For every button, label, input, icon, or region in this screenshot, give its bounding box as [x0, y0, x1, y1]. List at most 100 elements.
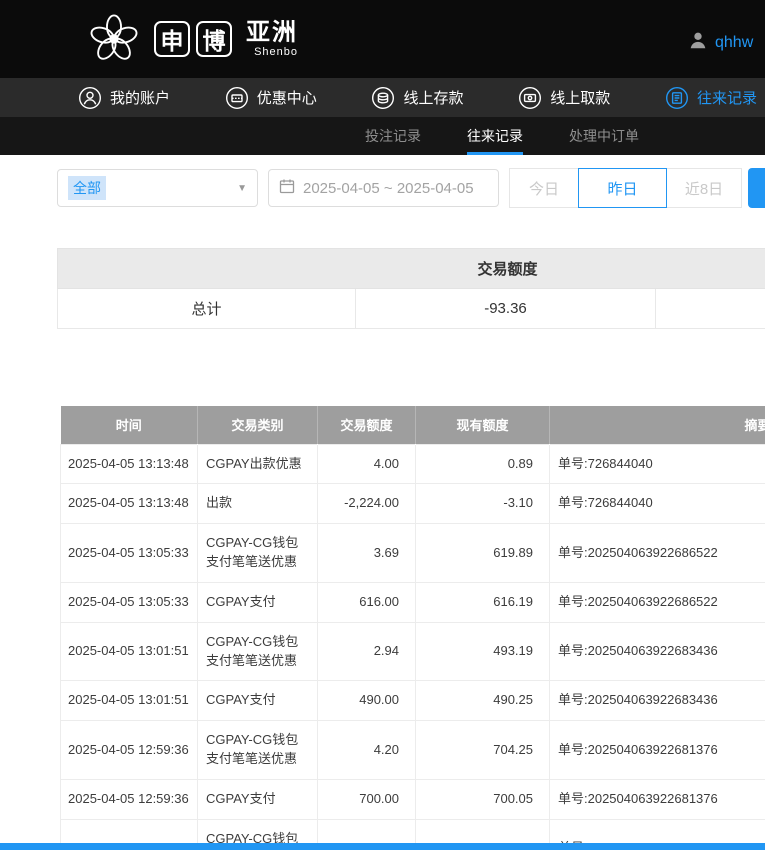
filter-bar: 全部 ▼ 2025-04-05 ~ 2025-04-05 今日 昨日 近8日: [57, 168, 765, 208]
logo-suffix: 亚洲: [246, 18, 298, 46]
last-8-days-button[interactable]: 近8日: [666, 168, 742, 208]
cell-amount: 616.00: [317, 581, 416, 623]
nav-item-promotions[interactable]: 优惠中心: [225, 86, 317, 110]
quick-range-buttons: 今日 昨日 近8日: [509, 168, 742, 208]
nav-item-label: 线上取款: [550, 90, 611, 107]
table-row: 2025-04-05 13:01:51 CGPAY支付 490.00 490.25 单号…: [60, 680, 765, 722]
calendar-icon: [279, 178, 295, 199]
cell-balance: -3.10: [415, 483, 550, 525]
cell-type: CGPAY-CG钱包支付笔笔送优惠: [197, 621, 318, 682]
records-icon: [665, 86, 689, 110]
cell-type: CGPAY出款优惠: [197, 443, 318, 485]
nav-item-label: 我的账户: [110, 90, 171, 107]
table-header-row: 时间 交易类别 交易额度 现有额度 摘要: [60, 406, 765, 444]
username-text[interactable]: qhhw: [715, 34, 753, 52]
chevron-down-icon: ▼: [237, 182, 247, 194]
cell-summary: 单号:726844040: [549, 483, 765, 525]
cell-summary: 单号:726844040: [549, 443, 765, 485]
yesterday-button[interactable]: 昨日: [578, 168, 667, 208]
summary-row: 总计 -93.36: [57, 288, 765, 329]
table-row: 2025-04-05 12:59:36 CGPAY-CG钱包支付笔笔送优惠 4.20…: [60, 720, 765, 780]
cell-time: 2025-04-05 13:13:48: [60, 443, 198, 485]
today-button[interactable]: 今日: [509, 168, 579, 208]
logo-boxed-chars: 申 博: [154, 21, 232, 57]
user-icon: [78, 86, 102, 110]
cell-amount: 700.00: [317, 778, 416, 820]
user-area[interactable]: qhhw: [687, 29, 765, 56]
cell-summary: 单号:202504063922683436: [549, 621, 765, 682]
summary-section: 交易额度 总计 -93.36: [57, 248, 765, 329]
withdraw-icon: [518, 86, 542, 110]
cell-summary: 单号:202504063922681376: [549, 720, 765, 780]
search-button[interactable]: [748, 168, 765, 208]
date-range-text: 2025-04-05 ~ 2025-04-05: [303, 179, 474, 197]
logo-char-1: 申: [154, 21, 190, 57]
date-range-input[interactable]: 2025-04-05 ~ 2025-04-05: [268, 169, 499, 207]
cell-time: 2025-04-05 13:05:33: [60, 523, 198, 583]
col-header-time: 时间: [60, 406, 198, 444]
summary-header: 交易额度: [57, 248, 765, 289]
cell-summary: 单号:202504063922683436: [549, 680, 765, 722]
subnav-item-betting-records[interactable]: 投注记录: [365, 117, 421, 155]
nav-item-label: 优惠中心: [256, 90, 317, 107]
sub-nav: 投注记录 往来记录 处理中订单: [0, 117, 765, 155]
cell-balance: 619.89: [415, 523, 550, 583]
cell-type: CGPAY-CG钱包支付笔笔送优惠: [197, 720, 318, 780]
subnav-item-processing-orders[interactable]: 处理中订单: [569, 117, 639, 155]
records-table-body: 2025-04-05 13:13:48 CGPAY出款优惠 4.00 0.89 单号:7…: [60, 443, 765, 850]
avatar-icon: [687, 29, 709, 56]
table-row: 2025-04-05 12:59:36 CGPAY支付 700.00 700.05 单号…: [60, 778, 765, 820]
nav-item-label: 往来记录: [696, 90, 757, 107]
col-header-balance: 现有额度: [415, 406, 550, 444]
cell-balance: 0.89: [415, 443, 550, 485]
cell-time: 2025-04-05 13:05:33: [60, 581, 198, 623]
cell-amount: 3.69: [317, 523, 416, 583]
cell-type: CGPAY支付: [197, 778, 318, 820]
cell-type: CGPAY-CG钱包支付笔笔送优惠: [197, 523, 318, 583]
cell-balance: 616.19: [415, 581, 550, 623]
summary-empty-cell: [654, 288, 765, 329]
cell-amount: 490.00: [317, 680, 416, 722]
cell-type: CGPAY支付: [197, 581, 318, 623]
col-header-amount: 交易额度: [317, 406, 416, 444]
cell-balance: 704.25: [415, 720, 550, 780]
cell-summary: 单号:202504063922686522: [549, 523, 765, 583]
type-select-value: 全部: [68, 176, 106, 200]
cell-balance: 490.25: [415, 680, 550, 722]
summary-total-label: 总计: [57, 288, 356, 329]
cell-amount: 2.94: [317, 621, 416, 682]
type-select[interactable]: 全部 ▼: [57, 169, 258, 207]
nav-item-withdraw[interactable]: 线上取款: [518, 86, 610, 110]
nav-item-my-account[interactable]: 我的账户: [78, 86, 170, 110]
cell-amount: 4.00: [317, 443, 416, 485]
bottom-bar: [0, 843, 765, 850]
table-row: 2025-04-05 13:01:51 CGPAY-CG钱包支付笔笔送优惠 2.94…: [60, 621, 765, 682]
logo-char-2: 博: [196, 21, 232, 57]
cell-type: 出款: [197, 483, 318, 525]
col-header-summary: 摘要: [549, 406, 765, 444]
records-section: 时间 交易类别 交易额度 现有额度 摘要 2025-04-05 13:13:48…: [60, 406, 765, 850]
cell-summary: 单号:202504063922681376: [549, 778, 765, 820]
cell-summary: 单号:202504063922686522: [549, 581, 765, 623]
table-row: 2025-04-05 13:13:48 出款 -2,224.00 -3.10 单号:72…: [60, 483, 765, 525]
table-row: 2025-04-05 13:13:48 CGPAY出款优惠 4.00 0.89 单号:7…: [60, 443, 765, 485]
subnav-item-transaction-records[interactable]: 往来记录: [467, 117, 523, 155]
cell-time: 2025-04-05 13:01:51: [60, 680, 198, 722]
nav-item-deposit[interactable]: 线上存款: [371, 86, 463, 110]
cell-type: CGPAY支付: [197, 680, 318, 722]
cell-time: 2025-04-05 13:13:48: [60, 483, 198, 525]
main-nav: 我的账户 优惠中心 线上存款 线上取款 往来记录: [0, 78, 765, 117]
summary-total-value: -93.36: [355, 288, 656, 329]
flower-logo-icon: [84, 7, 144, 72]
deposit-icon: [371, 86, 395, 110]
cell-time: 2025-04-05 12:59:36: [60, 778, 198, 820]
cell-amount: -2,224.00: [317, 483, 416, 525]
cell-balance: 493.19: [415, 621, 550, 682]
nav-item-label: 线上存款: [403, 90, 464, 107]
cell-time: 2025-04-05 13:01:51: [60, 621, 198, 682]
top-header: 申 博 亚洲 Shenbo qhhw: [0, 0, 765, 78]
cell-balance: 700.05: [415, 778, 550, 820]
table-row: 2025-04-05 13:05:33 CGPAY-CG钱包支付笔笔送优惠 3.69…: [60, 523, 765, 583]
site-logo: 申 博 亚洲 Shenbo: [84, 7, 298, 72]
nav-item-transaction-records[interactable]: 往来记录: [665, 86, 757, 110]
